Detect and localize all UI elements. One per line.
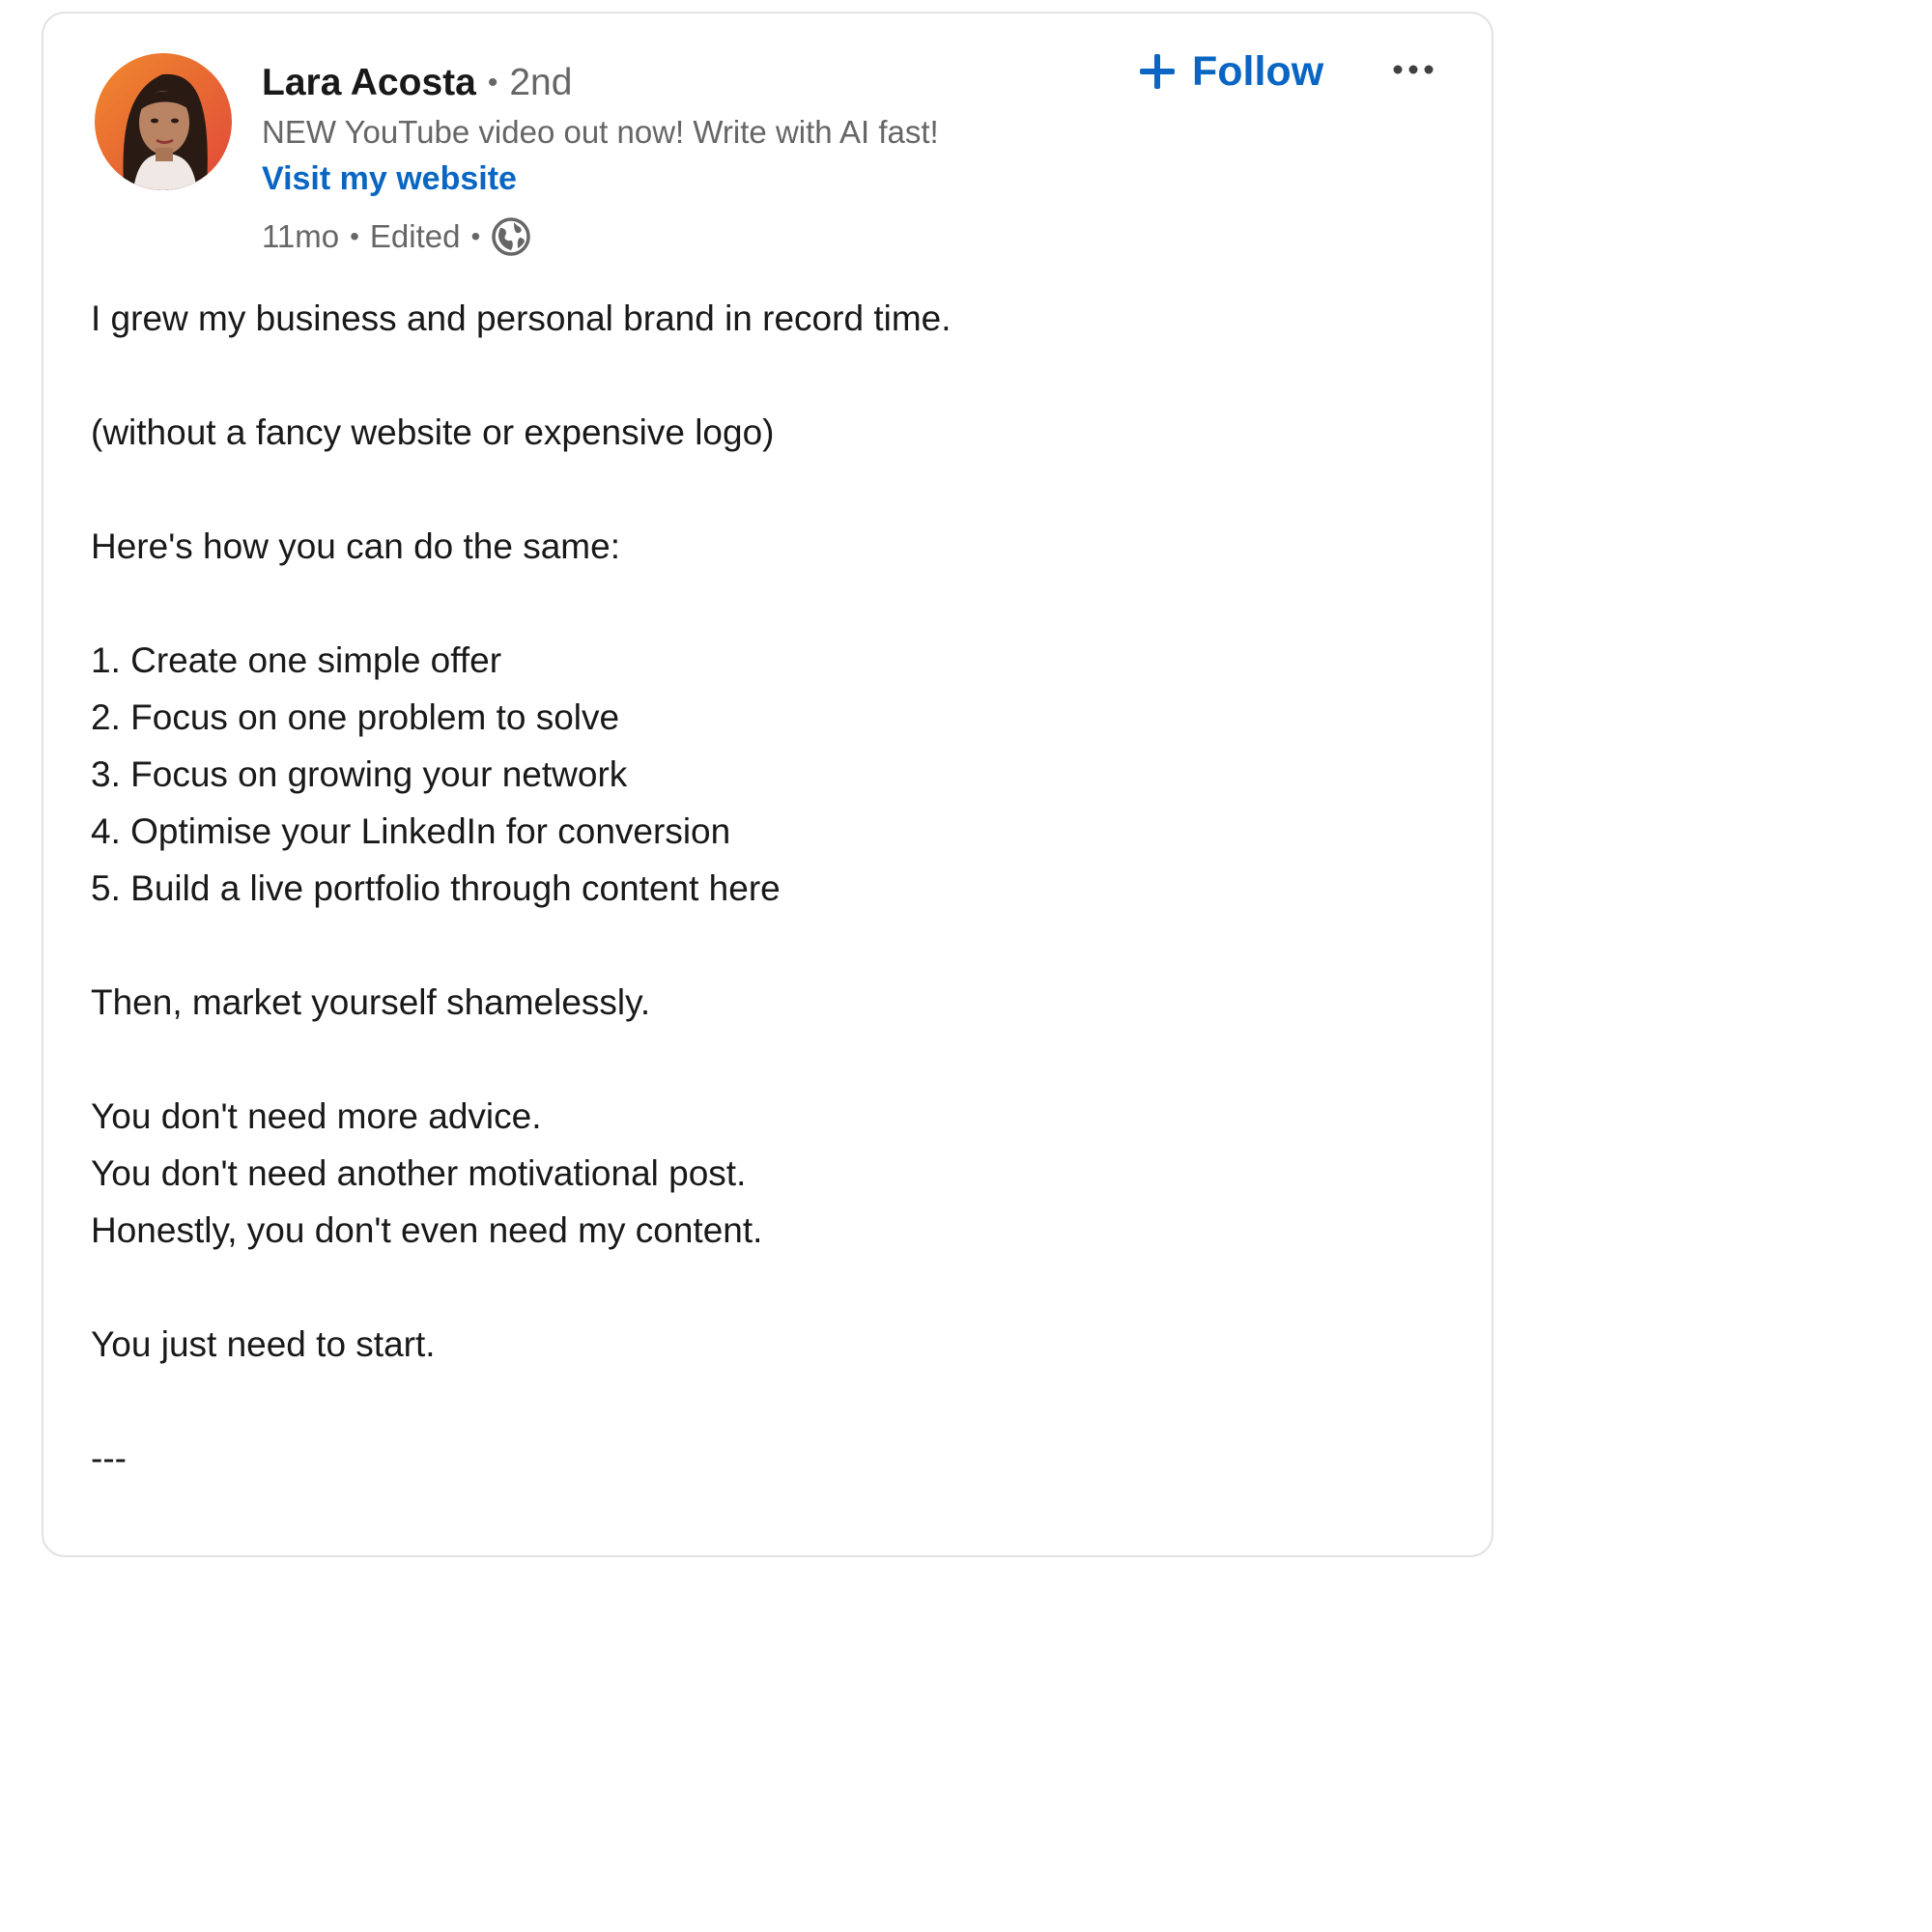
post-time: 11mo bbox=[262, 218, 340, 254]
author-name[interactable]: Lara Acosta bbox=[262, 62, 476, 104]
post-line: 2. Focus on one problem to solve bbox=[91, 697, 620, 737]
post-meta: 11mo • Edited • bbox=[262, 214, 531, 259]
post-line: (without a fancy website or expensive lo… bbox=[91, 412, 775, 452]
post-line: You don't need another motivational post… bbox=[91, 1153, 747, 1193]
post-line: 1. Create one simple offer bbox=[91, 640, 502, 680]
follow-button[interactable]: Follow bbox=[1138, 44, 1323, 99]
author-line: Lara Acosta • 2nd bbox=[262, 60, 572, 106]
post-line: 4. Optimise your LinkedIn for conversion bbox=[91, 811, 731, 851]
post-line: You just need to start. bbox=[91, 1324, 436, 1364]
post-line: --- bbox=[91, 1438, 127, 1478]
name-separator: • bbox=[487, 67, 498, 99]
avatar-image bbox=[95, 53, 232, 190]
meta-separator: • bbox=[470, 221, 481, 251]
follow-label: Follow bbox=[1192, 47, 1324, 95]
edited-label: Edited bbox=[369, 218, 461, 254]
plus-icon bbox=[1138, 52, 1177, 91]
more-options-button[interactable] bbox=[1391, 56, 1435, 83]
post-line: 5. Build a live portfolio through conten… bbox=[91, 868, 781, 908]
post-line: Here's how you can do the same: bbox=[91, 526, 620, 566]
post-line bbox=[91, 575, 1463, 632]
post-line: 3. Focus on growing your network bbox=[91, 754, 628, 794]
meta-separator: • bbox=[350, 221, 359, 251]
post-line bbox=[91, 917, 1463, 974]
post-line bbox=[91, 347, 1463, 404]
avatar[interactable] bbox=[95, 53, 232, 190]
post-line: Honestly, you don't even need my content… bbox=[91, 1210, 763, 1250]
visit-website-link[interactable]: Visit my website bbox=[262, 160, 517, 198]
post-line: You don't need more advice. bbox=[91, 1096, 542, 1136]
post-line bbox=[91, 1259, 1463, 1316]
globe-icon bbox=[491, 216, 531, 257]
post-line: I grew my business and personal brand in… bbox=[91, 298, 952, 338]
more-options-icon bbox=[1393, 65, 1434, 74]
author-headline: NEW YouTube video out now! Write with AI… bbox=[262, 114, 939, 150]
post-line bbox=[91, 461, 1463, 518]
post-body: I grew my business and personal brand in… bbox=[91, 290, 1463, 1487]
connection-degree: 2nd bbox=[509, 62, 573, 103]
post-line bbox=[91, 1031, 1463, 1088]
post-line bbox=[91, 1373, 1463, 1430]
post-line: Then, market yourself shamelessly. bbox=[91, 982, 651, 1022]
